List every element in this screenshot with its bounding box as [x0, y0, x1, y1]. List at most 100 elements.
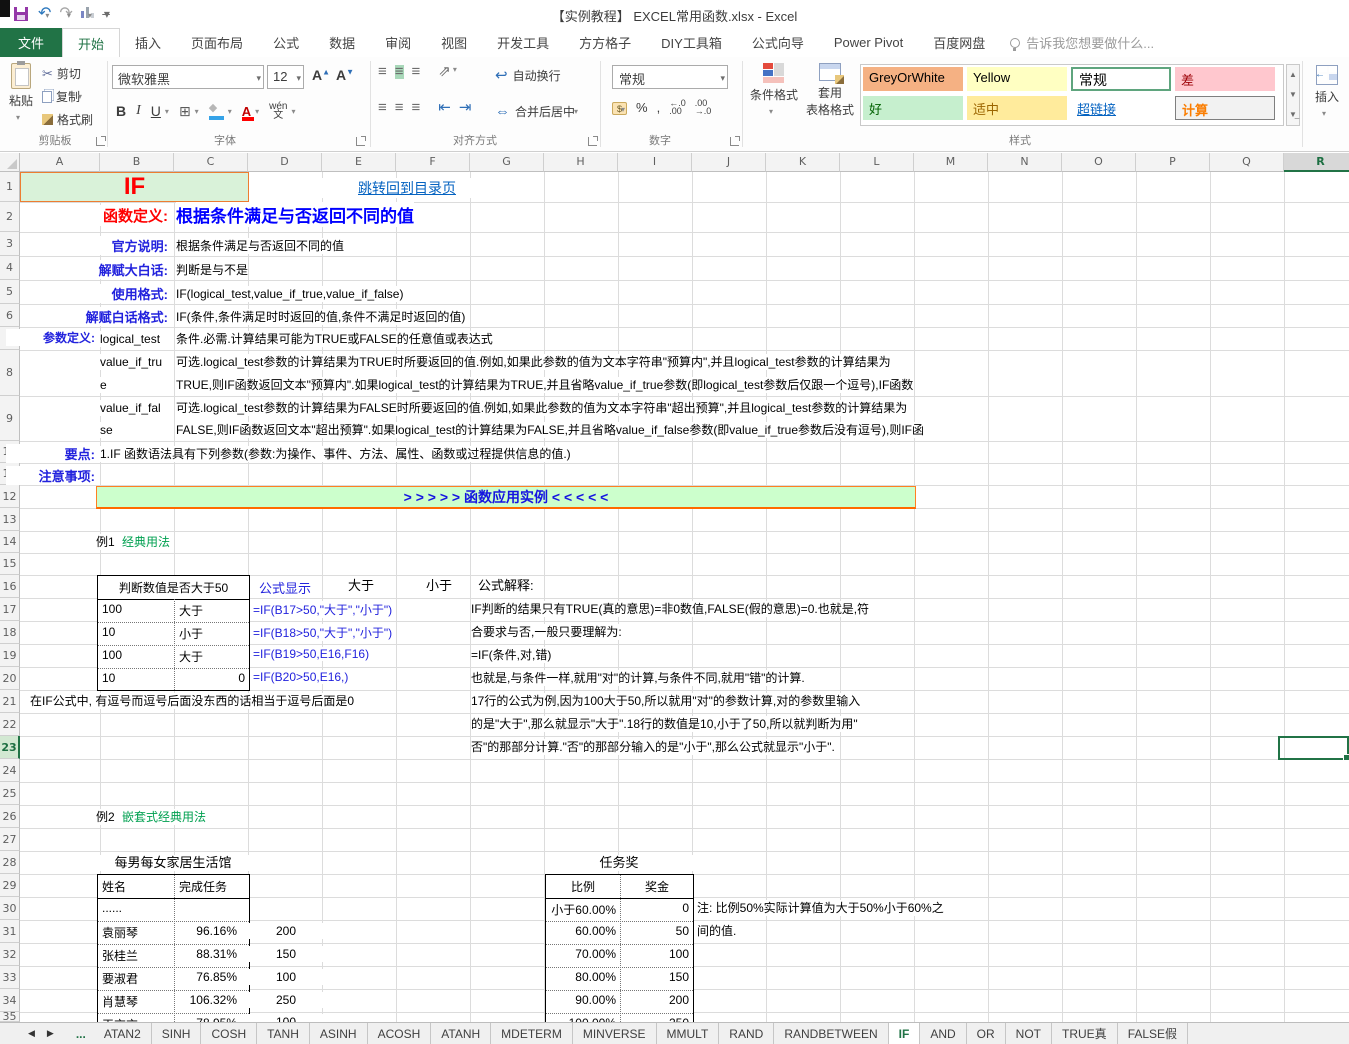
row-header-29[interactable]: 29	[0, 874, 20, 897]
column-header-N[interactable]: N	[988, 153, 1062, 172]
sheet-tab-MMULT[interactable]: MMULT	[657, 1023, 720, 1044]
row-header-25[interactable]: 25	[0, 782, 20, 805]
shrink-font-button[interactable]: A▼	[336, 67, 354, 83]
row-header-13[interactable]: 13	[0, 508, 20, 531]
row-header-34[interactable]: 34	[0, 989, 20, 1012]
function-title-cell[interactable]: IF	[20, 172, 249, 202]
column-header-E[interactable]: E	[322, 153, 396, 172]
row-header-23[interactable]: 23	[0, 736, 20, 759]
prev-sheet-button[interactable]: ◀	[28, 1028, 35, 1039]
table2-cell[interactable]: 96.16%	[175, 921, 249, 941]
conditional-formatting-button[interactable]: 条件格式 ▾	[748, 63, 800, 117]
align-center-button[interactable]: ≡	[395, 101, 404, 115]
copy-button[interactable]: 复制 ▾	[42, 88, 82, 105]
sheet-tab-AND[interactable]: AND	[920, 1023, 966, 1044]
table3-cell[interactable]: 60.00%	[546, 921, 620, 941]
number-format-select[interactable]: 常规▾	[612, 65, 728, 89]
sheet-tab-MDETERM[interactable]: MDETERM	[491, 1023, 573, 1044]
row-header-4[interactable]: 4	[0, 256, 20, 280]
clipboard-dialog-launcher[interactable]	[96, 137, 105, 146]
table3-cell[interactable]: 小于60.00%	[546, 898, 620, 921]
sheet-tab-TANH[interactable]: TANH	[257, 1023, 310, 1044]
row-header-35[interactable]: 35	[0, 1012, 20, 1022]
style-greyorwhite[interactable]: GreyOrWhite	[863, 67, 963, 91]
sheet-tab-OR[interactable]: OR	[967, 1023, 1006, 1044]
table3-cell[interactable]: 50	[621, 921, 693, 941]
table1-cell[interactable]: 10	[98, 668, 174, 688]
style-neutral[interactable]: 适中	[967, 96, 1067, 120]
row-header-6[interactable]: 6	[0, 304, 20, 327]
sheet-tab-RANDBETWEEN[interactable]: RANDBETWEEN	[774, 1023, 888, 1044]
borders-button[interactable]: ⊞	[179, 103, 191, 120]
italic-button[interactable]: I	[136, 103, 141, 119]
tab-ffcell[interactable]: 方方格子	[564, 28, 646, 57]
row-header-19[interactable]: 19	[0, 644, 20, 667]
insert-cells-button[interactable]: 插入 ▾	[1308, 65, 1346, 119]
column-header-J[interactable]: J	[692, 153, 766, 172]
font-dialog-launcher[interactable]	[356, 137, 365, 146]
select-all-corner[interactable]	[0, 153, 20, 172]
column-header-R[interactable]: R	[1284, 153, 1349, 172]
align-middle-button[interactable]: ≡	[395, 65, 404, 79]
column-header-G[interactable]: G	[470, 153, 544, 172]
row-header-31[interactable]: 31	[0, 920, 20, 943]
bonus-value[interactable]: 250	[249, 992, 323, 1008]
table1-cell[interactable]: 10	[98, 622, 174, 642]
table3-cell[interactable]: 80.00%	[546, 967, 620, 987]
sheet-tab-MINVERSE[interactable]: MINVERSE	[573, 1023, 657, 1044]
table2-cell[interactable]: 88.31%	[175, 944, 249, 964]
column-header-F[interactable]: F	[396, 153, 470, 172]
more-sheets-indicator[interactable]: ...	[68, 1023, 94, 1044]
column-header-I[interactable]: I	[618, 153, 692, 172]
table2-cell[interactable]: 肖慧琴	[98, 990, 174, 1013]
table1-cell[interactable]: 100	[98, 599, 174, 619]
row-header-21[interactable]: 21	[0, 690, 20, 713]
sheet-tab-ASINH[interactable]: ASINH	[310, 1023, 368, 1044]
phonetic-button[interactable]: wén文	[269, 102, 287, 120]
tab-review[interactable]: 审阅	[370, 28, 426, 57]
number-dialog-launcher[interactable]	[730, 137, 739, 146]
style-bad[interactable]: 差	[1175, 67, 1275, 91]
row-header-16[interactable]: 16	[0, 575, 20, 598]
table3-cell[interactable]: 90.00%	[546, 990, 620, 1010]
tab-page-layout[interactable]: 页面布局	[176, 28, 258, 57]
table2-cell[interactable]: 106.32%	[175, 990, 249, 1010]
cut-button[interactable]: ✂剪切	[42, 65, 81, 82]
fill-color-button[interactable]	[209, 105, 224, 118]
tab-formulas[interactable]: 公式	[258, 28, 314, 57]
style-good[interactable]: 好	[863, 96, 963, 120]
column-header-A[interactable]: A	[20, 153, 100, 172]
merge-center-button[interactable]: ⇔合并后居中 ▾	[495, 103, 578, 120]
column-header-P[interactable]: P	[1136, 153, 1210, 172]
row-header-33[interactable]: 33	[0, 966, 20, 989]
tab-diy-toolbox[interactable]: DIY工具箱	[646, 28, 737, 57]
sheet-tab-FALSE假[interactable]: FALSE假	[1118, 1023, 1188, 1044]
sheet-tab-NOT[interactable]: NOT	[1006, 1023, 1052, 1044]
increase-decimal-button[interactable]: ←.0.00	[669, 99, 686, 115]
table1-cell[interactable]: 100	[98, 645, 174, 665]
table3-cell[interactable]: 100.00%	[546, 1013, 620, 1022]
table2-cell[interactable]: 76.85%	[175, 967, 249, 987]
table2-cell[interactable]: ......	[98, 898, 174, 918]
bold-button[interactable]: B	[116, 103, 126, 119]
column-header-L[interactable]: L	[840, 153, 914, 172]
table2-cell[interactable]: 张桂兰	[98, 944, 174, 967]
row-header-18[interactable]: 18	[0, 621, 20, 644]
sheet-tab-ATANH[interactable]: ATANH	[431, 1023, 491, 1044]
table2-cell[interactable]: 袁丽琴	[98, 921, 174, 944]
column-header-Q[interactable]: Q	[1210, 153, 1284, 172]
row-header-1[interactable]: 1	[0, 172, 20, 202]
row-header-24[interactable]: 24	[0, 759, 20, 782]
underline-button[interactable]: U	[151, 103, 161, 119]
table2-cell[interactable]: 78.95%	[175, 1013, 249, 1022]
bonus-value[interactable]: 100	[249, 969, 323, 985]
alignment-dialog-launcher[interactable]	[588, 137, 597, 146]
next-sheet-button[interactable]: ▶	[47, 1028, 54, 1039]
font-color-button[interactable]: A	[242, 104, 251, 119]
table1-cell[interactable]: 大于	[175, 599, 249, 622]
row-header-27[interactable]: 27	[0, 828, 20, 851]
gallery-scroll[interactable]: ▲▼▼̲	[1286, 64, 1300, 126]
sheet-tab-TRUE真[interactable]: TRUE真	[1052, 1023, 1118, 1044]
decrease-decimal-button[interactable]: .00→.0	[695, 99, 712, 115]
wrap-text-button[interactable]: ↩自动换行	[495, 67, 561, 84]
